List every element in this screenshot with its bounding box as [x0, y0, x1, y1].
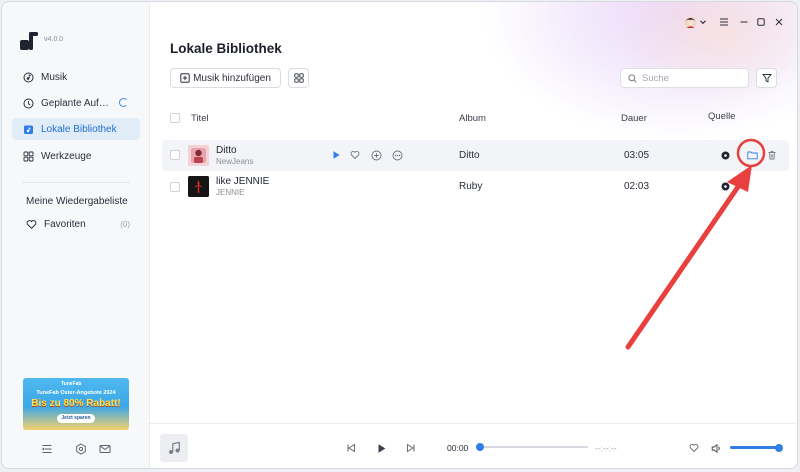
song-artist: NewJeans — [216, 157, 254, 166]
source-disc-icon — [719, 180, 731, 192]
player-bar: 00:00 --:--:-- — [150, 423, 797, 468]
minimize-icon[interactable] — [738, 15, 750, 29]
table-row[interactable]: like JENNIE JENNIE Ruby 02:03 — [162, 171, 789, 202]
favorite-heart-icon[interactable] — [688, 442, 700, 454]
row-checkbox[interactable] — [170, 150, 180, 160]
open-folder-icon[interactable] — [746, 149, 758, 161]
sidebar-item-lokale-bibliothek[interactable]: Lokale Bibliothek — [12, 118, 140, 140]
filter-button[interactable] — [756, 68, 777, 88]
grid-icon — [293, 73, 304, 83]
maximize-icon[interactable] — [755, 15, 767, 29]
song-artist: JENNIE — [216, 188, 245, 197]
sidebar-item-label: Werkzeuge — [41, 150, 92, 162]
app-version: v4.0.0 — [44, 36, 64, 43]
now-playing-art — [160, 434, 188, 462]
sidebar: v4.0.0 Musik Geplante Auf… Lokale Biblio… — [2, 2, 150, 468]
song-album: Ditto — [459, 150, 480, 161]
search-icon — [628, 73, 637, 83]
next-track-icon[interactable] — [405, 442, 417, 454]
sidebar-item-label: Lokale Bibliothek — [41, 123, 117, 135]
current-time: 00:00 — [447, 443, 469, 453]
sidebar-item-favoriten[interactable]: Favoriten (0) — [26, 219, 130, 230]
sidebar-item-musik[interactable]: Musik — [12, 66, 140, 88]
clock-icon — [23, 98, 34, 109]
delete-icon[interactable] — [766, 149, 778, 161]
column-duration[interactable]: Dauer — [621, 113, 647, 124]
close-icon[interactable] — [773, 15, 785, 29]
volume-icon[interactable] — [710, 442, 722, 454]
main-panel: Lokale Bibliothek Musik hinzufügen Titel… — [150, 2, 797, 468]
filter-icon — [761, 74, 772, 83]
sidebar-item-werkzeuge[interactable]: Werkzeuge — [12, 145, 140, 167]
source-disc-icon — [719, 149, 731, 161]
song-album: Ruby — [459, 181, 483, 192]
settings-icon[interactable] — [74, 442, 88, 456]
collapse-sidebar-icon[interactable] — [40, 442, 54, 456]
heart-icon — [26, 220, 37, 230]
progress-handle[interactable] — [476, 443, 484, 451]
sidebar-item-label: Geplante Auf… — [41, 97, 109, 109]
progress-slider[interactable] — [476, 443, 588, 451]
library-icon — [23, 124, 34, 135]
total-time: --:--:-- — [595, 443, 617, 453]
volume-slider[interactable] — [730, 443, 783, 452]
plus-box-icon — [180, 73, 190, 83]
mail-icon[interactable] — [98, 442, 112, 456]
promo-banner[interactable]: TuneFab TuneFab Oster-Angebote 2024 Bis … — [23, 378, 129, 430]
row-checkbox[interactable] — [170, 182, 180, 192]
column-album[interactable]: Album — [459, 113, 486, 124]
column-source: Quelle — [708, 111, 736, 122]
add-to-playlist-icon[interactable] — [370, 149, 382, 161]
song-title: Ditto — [216, 145, 237, 156]
search-input[interactable] — [642, 72, 742, 84]
search-box[interactable] — [620, 68, 749, 88]
sidebar-divider — [22, 182, 130, 183]
previous-track-icon[interactable] — [345, 442, 357, 454]
sidebar-item-label: Musik — [41, 71, 68, 83]
album-cover — [188, 145, 209, 166]
promo-discount: Bis zu 80% Rabatt! — [31, 398, 121, 409]
chevron-down-icon — [699, 20, 706, 25]
page-title: Lokale Bibliothek — [170, 41, 282, 56]
app-window: v4.0.0 Musik Geplante Auf… Lokale Biblio… — [1, 1, 798, 469]
sidebar-item-geplante-aufnahmen[interactable]: Geplante Auf… — [12, 92, 140, 114]
loading-spinner-icon — [119, 98, 128, 107]
promo-cta-button[interactable]: Jetzt sparen — [57, 414, 95, 423]
promo-brand: TuneFab — [61, 381, 82, 387]
account-menu[interactable] — [681, 15, 709, 29]
song-duration: 03:05 — [624, 150, 650, 161]
heart-icon[interactable] — [349, 149, 361, 161]
column-title[interactable]: Titel — [191, 113, 209, 124]
select-all-checkbox[interactable] — [170, 113, 180, 123]
more-options-icon[interactable] — [391, 149, 403, 161]
favorites-label: Favoriten — [44, 219, 86, 230]
song-duration: 02:03 — [624, 181, 650, 192]
play-button[interactable] — [375, 442, 387, 454]
add-music-label: Musik hinzufügen — [193, 72, 271, 84]
promo-headline: TuneFab Oster-Angebote 2024 — [36, 390, 116, 396]
add-music-button[interactable]: Musik hinzufügen — [170, 68, 281, 88]
play-icon[interactable] — [330, 149, 342, 161]
music-note-icon — [169, 441, 180, 454]
menu-icon[interactable] — [718, 15, 730, 29]
favorites-count: (0) — [120, 220, 130, 229]
song-title: like JENNIE — [216, 176, 270, 187]
table-row[interactable]: Ditto NewJeans Ditto 03:05 — [162, 140, 789, 171]
volume-handle[interactable] — [775, 443, 783, 452]
grid-view-button[interactable] — [288, 68, 309, 88]
playlists-header[interactable]: Meine Wiedergabeliste — [26, 196, 128, 207]
avatar — [684, 16, 696, 28]
app-logo — [20, 32, 38, 50]
grid-icon — [23, 151, 34, 162]
album-cover — [188, 176, 209, 197]
music-note-icon — [23, 72, 34, 83]
